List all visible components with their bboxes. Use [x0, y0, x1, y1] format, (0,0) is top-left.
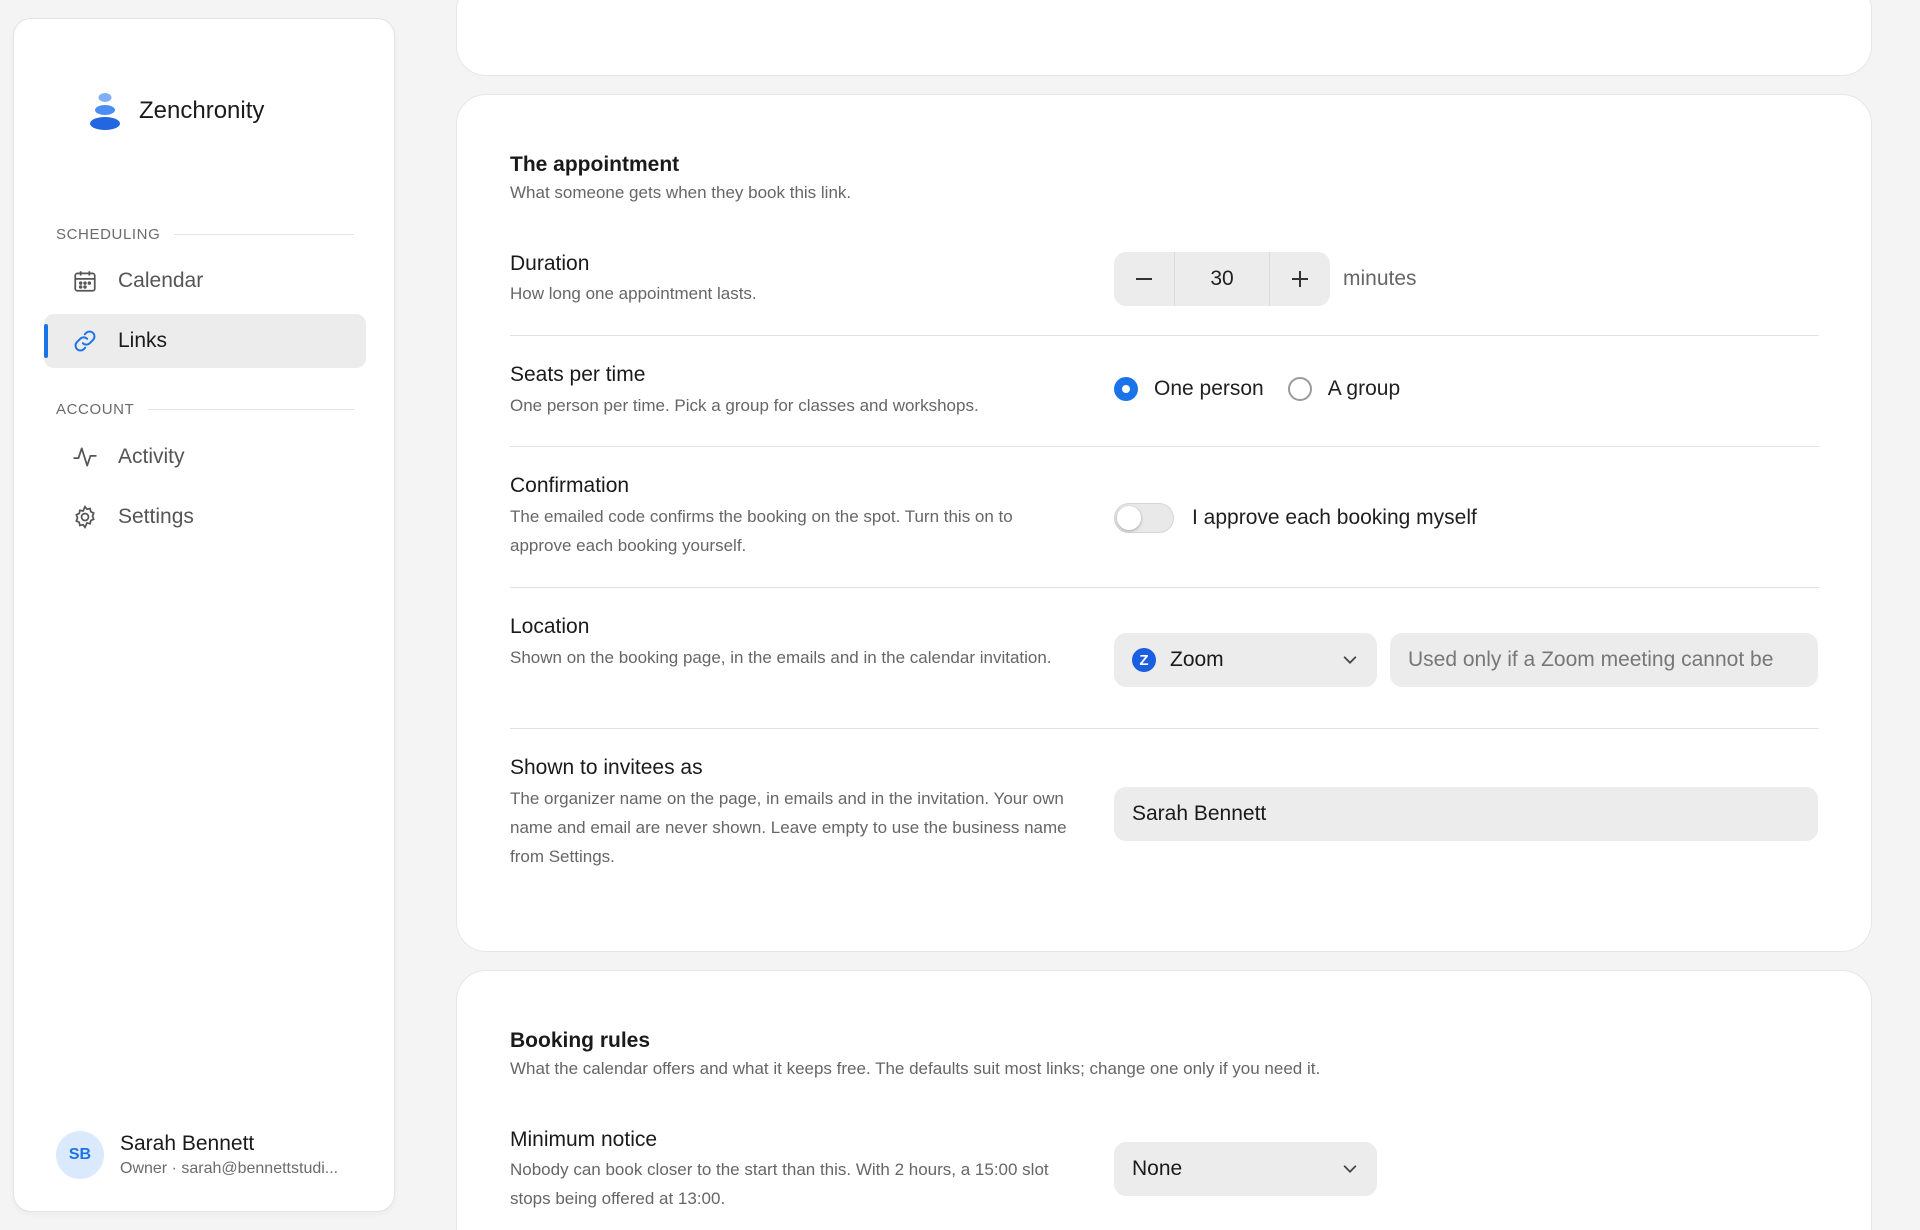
user-name: Sarah Bennett	[120, 1132, 255, 1155]
organizer-name-input[interactable]	[1114, 787, 1818, 841]
radio-label: A group	[1327, 377, 1401, 400]
radio-label: One person	[1154, 377, 1264, 400]
sidebar-item-activity[interactable]: Activity	[44, 430, 366, 484]
radio-unselected-icon	[1287, 377, 1312, 401]
confirmation-desc: The emailed code confirms the booking on…	[510, 507, 1013, 555]
minus-icon	[1136, 278, 1152, 280]
location-desc: Shown on the booking page, in the emails…	[510, 648, 1052, 667]
sidebar-item-label: Links	[118, 329, 168, 352]
appointment-title: The appointment	[510, 153, 680, 176]
booking-rules-subtitle: What the calendar offers and what it kee…	[510, 1059, 1321, 1078]
seats-label: Seats per time	[510, 363, 646, 386]
appointment-subtitle: What someone gets when they book this li…	[510, 183, 852, 202]
booking-rules-title: Booking rules	[510, 1029, 651, 1052]
sidebar-item-links[interactable]: Links	[44, 314, 366, 368]
chevron-down-icon	[1343, 1165, 1357, 1173]
brand-name: Zenchronity	[139, 97, 265, 124]
gear-icon	[75, 505, 95, 529]
chevron-down-icon	[1343, 656, 1357, 664]
divider	[510, 335, 1819, 336]
sidebar-item-calendar[interactable]: Calendar	[44, 254, 366, 308]
shown-as-desc: The organizer name on the page, in email…	[510, 789, 1067, 866]
minimum-notice-selected: None	[1132, 1157, 1183, 1180]
booking-rules-card: Booking rules What the calendar offers a…	[456, 970, 1872, 1230]
approve-toggle[interactable]	[1114, 503, 1174, 533]
duration-value[interactable]: 30	[1174, 252, 1270, 306]
brand[interactable]: Zenchronity	[89, 91, 264, 131]
location-fallback-input[interactable]	[1390, 633, 1818, 687]
sidebar: Zenchronity SCHEDULING Calendar Links AC…	[13, 18, 395, 1212]
sidebar-item-label: Settings	[118, 505, 194, 528]
seats-radio-group: One person A group	[1114, 377, 1400, 401]
zoom-icon: Z	[1132, 648, 1156, 672]
duration-unit: minutes	[1343, 267, 1417, 290]
link-icon	[74, 330, 96, 352]
sidebar-item-label: Calendar	[118, 269, 204, 292]
sidebar-item-settings[interactable]: Settings	[44, 490, 366, 544]
minimum-notice-select[interactable]: None	[1114, 1142, 1377, 1196]
avatar: SB	[56, 1131, 104, 1179]
appointment-card: The appointment What someone gets when t…	[456, 94, 1872, 952]
divider	[510, 446, 1819, 447]
previous-card	[456, 0, 1872, 76]
shown-as-label: Shown to invitees as	[510, 756, 703, 779]
decrement-button[interactable]	[1114, 252, 1174, 306]
minimum-notice-desc: Nobody can book closer to the start than…	[510, 1160, 1049, 1208]
divider	[510, 587, 1819, 588]
section-label-account: ACCOUNT	[56, 401, 354, 418]
duration-label: Duration	[510, 252, 590, 275]
plus-icon	[1292, 271, 1308, 287]
zenchronity-logo-icon	[89, 91, 121, 131]
confirmation-label: Confirmation	[510, 474, 630, 497]
confirmation-toggle-row: I approve each booking myself	[1114, 503, 1477, 533]
radio-selected-icon	[1114, 377, 1138, 401]
duration-desc: How long one appointment lasts.	[510, 284, 757, 303]
activity-icon	[73, 447, 97, 467]
section-label-scheduling: SCHEDULING	[56, 226, 354, 243]
toggle-label: I approve each booking myself	[1192, 506, 1477, 529]
sidebar-item-label: Activity	[118, 445, 185, 468]
minimum-notice-label: Minimum notice	[510, 1128, 658, 1151]
seats-desc: One person per time. Pick a group for cl…	[510, 396, 979, 415]
location-selected: Zoom	[1170, 648, 1224, 671]
user-subtitle: Owner · sarah@bennettstudi...	[120, 1160, 339, 1177]
increment-button[interactable]	[1270, 252, 1330, 306]
radio-one-person[interactable]: One person	[1114, 377, 1264, 401]
location-select[interactable]: Z Zoom	[1114, 633, 1377, 687]
calendar-icon	[74, 271, 96, 292]
radio-a-group[interactable]: A group	[1287, 377, 1401, 401]
user-profile[interactable]: SB Sarah Bennett Owner · sarah@bennettst…	[56, 1131, 358, 1179]
location-label: Location	[510, 615, 590, 638]
divider	[510, 728, 1819, 729]
duration-stepper: 30	[1114, 252, 1330, 306]
